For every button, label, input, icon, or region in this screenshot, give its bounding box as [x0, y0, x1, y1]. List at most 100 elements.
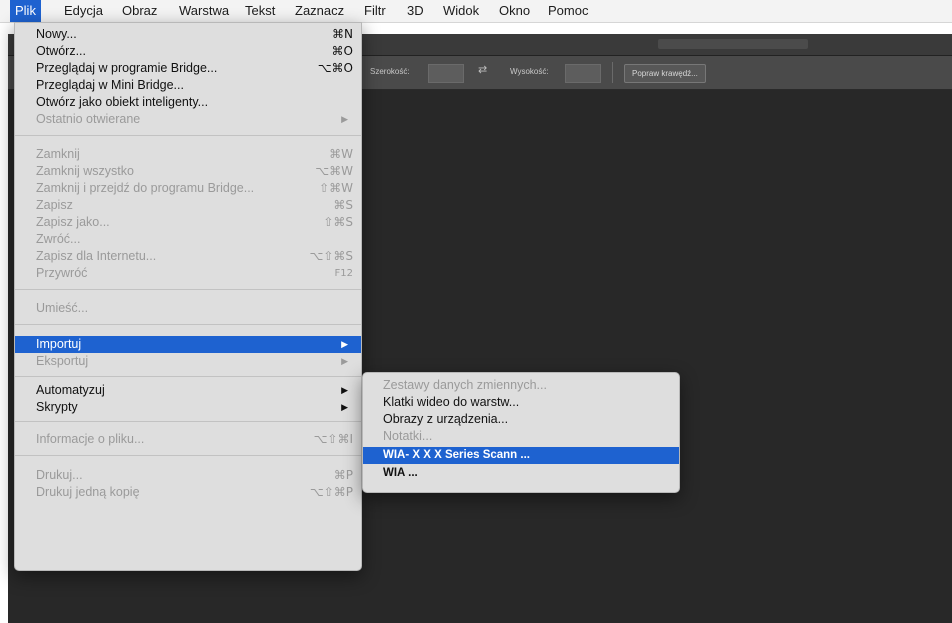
menu-item-przegladaj-bridge[interactable]: Przeglądaj w programie Bridge... ⌥⌘O — [15, 60, 361, 77]
shortcut-label: ⌥⇧⌘S — [309, 249, 354, 263]
submenu-item-wia-scanner[interactable]: WIA- X X X Series Scann ... — [363, 447, 679, 464]
file-menu: Nowy... ⌘N Otwórz... ⌘O Przeglądaj w progr… — [14, 22, 362, 571]
menu-item-label: Zapisz — [36, 198, 73, 212]
menu-item-automatyzuj[interactable]: Automatyzuj ▶ — [15, 382, 361, 399]
menu-item-przywroc[interactable]: Przywróć F12 — [15, 265, 361, 282]
menu-item-label: Eksportuj — [36, 354, 89, 368]
refine-edge-button[interactable]: Popraw krawędź... — [624, 64, 706, 83]
menu-item-zapisz-internet[interactable]: Zapisz dla Internetu... ⌥⇧⌘S — [15, 248, 361, 265]
menu-plik[interactable]: Plik — [10, 0, 41, 22]
height-field[interactable] — [565, 64, 601, 83]
shortcut-label: ⌥⌘O — [317, 61, 353, 75]
menu-item-label: Drukuj... — [36, 468, 83, 482]
menu-separator — [15, 455, 361, 456]
menu-item-label: Zapisz jako... — [36, 215, 110, 229]
menu-item-zamknij[interactable]: Zamknij ⌘W — [15, 146, 361, 163]
menu-item-eksportuj[interactable]: Eksportuj ▶ — [15, 353, 361, 370]
menu-item-ostatnio-otwierane[interactable]: Ostatnio otwierane ▶ — [15, 111, 361, 128]
menu-item-label: Nowy... — [36, 27, 77, 41]
submenu-item-zestawy-danych[interactable]: Zestawy danych zmiennych... — [363, 377, 679, 394]
width-label: Szerokość: — [370, 67, 410, 76]
menu-item-mini-bridge[interactable]: Przeglądaj w Mini Bridge... — [15, 77, 361, 94]
menu-item-nowy[interactable]: Nowy... ⌘N — [15, 26, 361, 43]
document-title-strip — [658, 39, 808, 49]
menu-item-label: Zestawy danych zmiennych... — [383, 378, 547, 392]
menu-item-label: Przywróć — [36, 266, 88, 280]
shortcut-label: ⌘P — [333, 468, 353, 482]
import-submenu: Zestawy danych zmiennych... Klatki wideo… — [362, 372, 680, 493]
width-field[interactable] — [428, 64, 464, 83]
menu-item-informacje[interactable]: Informacje o pliku... ⌥⇧⌘I — [15, 431, 361, 448]
submenu-item-klatki-wideo[interactable]: Klatki wideo do warstw... — [363, 394, 679, 411]
menu-separator — [15, 421, 361, 422]
submenu-arrow-icon: ▶ — [341, 339, 348, 349]
menu-item-label: Informacje o pliku... — [36, 432, 145, 446]
menu-item-label: Drukuj jedną kopię — [36, 485, 140, 499]
submenu-arrow-icon: ▶ — [341, 356, 348, 366]
menu-3d[interactable]: 3D — [402, 0, 429, 22]
menu-item-zapisz-jako[interactable]: Zapisz jako... ⇧⌘S — [15, 214, 361, 231]
submenu-arrow-icon: ▶ — [341, 385, 348, 395]
menu-filtr[interactable]: Filtr — [359, 0, 391, 22]
menu-item-label: WIA- X X X Series Scann ... — [383, 449, 530, 461]
submenu-item-notatki[interactable]: Notatki... — [363, 428, 679, 445]
menu-tekst[interactable]: Tekst — [240, 0, 280, 22]
menu-item-label: Przeglądaj w programie Bridge... — [36, 61, 218, 75]
shortcut-label: ⌘W — [329, 147, 353, 161]
submenu-arrow-icon: ▶ — [341, 114, 348, 124]
menu-item-label: Zamknij — [36, 147, 80, 161]
menu-item-label: Otwórz jako obiekt inteligenty... — [36, 95, 209, 109]
menu-item-label: Importuj — [36, 337, 82, 351]
menu-item-label: Zwróć... — [36, 232, 81, 246]
menu-item-label: WIA ... — [383, 467, 418, 479]
height-label: Wysokość: — [510, 67, 549, 76]
menu-zaznacz[interactable]: Zaznacz — [290, 0, 349, 22]
menu-item-zamknij-wszystko[interactable]: Zamknij wszystko ⌥⌘W — [15, 163, 361, 180]
shortcut-label: ⇧⌘W — [319, 181, 353, 195]
menu-item-label: Skrypty — [36, 400, 78, 414]
menu-obraz[interactable]: Obraz — [117, 0, 162, 22]
shortcut-label: ⌥⇧⌘I — [313, 432, 353, 446]
submenu-arrow-icon: ▶ — [341, 402, 348, 412]
menu-warstwa[interactable]: Warstwa — [174, 0, 234, 22]
options-divider — [612, 62, 613, 83]
menu-widok[interactable]: Widok — [438, 0, 484, 22]
menu-bar: Plik Edycja Obraz Warstwa Tekst Zaznacz … — [0, 0, 952, 23]
menu-item-umiesc[interactable]: Umieść... — [15, 300, 361, 317]
shortcut-label: ⇧⌘S — [323, 215, 353, 229]
menu-item-label: Notatki... — [383, 429, 433, 443]
menu-item-drukuj[interactable]: Drukuj... ⌘P — [15, 467, 361, 484]
menu-item-otworz[interactable]: Otwórz... ⌘O — [15, 43, 361, 60]
menu-item-label: Umieść... — [36, 301, 89, 315]
menu-edycja[interactable]: Edycja — [59, 0, 108, 22]
menu-item-label: Przeglądaj w Mini Bridge... — [36, 78, 184, 92]
menu-pomoc[interactable]: Pomoc — [543, 0, 593, 22]
menu-item-label: Zamknij wszystko — [36, 164, 134, 178]
menu-separator — [15, 324, 361, 325]
menu-item-label: Otwórz... — [36, 44, 87, 58]
menu-item-zamknij-bridge[interactable]: Zamknij i przejdź do programu Bridge... ⇧… — [15, 180, 361, 197]
shortcut-label: ⌘O — [331, 44, 353, 58]
shortcut-label: ⌥⌘W — [315, 164, 353, 178]
menu-item-label: Obrazy z urządzenia... — [383, 412, 509, 426]
menu-item-zwroc[interactable]: Zwróć... — [15, 231, 361, 248]
shortcut-label: ⌘N — [332, 27, 353, 41]
menu-item-drukuj-kopie[interactable]: Drukuj jedną kopię ⌥⇧⌘P — [15, 484, 361, 501]
swap-arrows-icon[interactable]: ⇄ — [478, 63, 487, 76]
menu-item-otworz-obiekt[interactable]: Otwórz jako obiekt inteligenty... — [15, 94, 361, 111]
menu-item-label: Zamknij i przejdź do programu Bridge... — [36, 181, 255, 195]
menu-item-label: Klatki wideo do warstw... — [383, 395, 520, 409]
menu-separator — [15, 289, 361, 290]
submenu-item-wia[interactable]: WIA ... — [363, 465, 679, 482]
menu-separator — [15, 376, 361, 377]
submenu-item-obrazy-urzadzenia[interactable]: Obrazy z urządzenia... — [363, 411, 679, 428]
menu-okno[interactable]: Okno — [494, 0, 535, 22]
shortcut-label: ⌘S — [333, 198, 353, 212]
menu-item-zapisz[interactable]: Zapisz ⌘S — [15, 197, 361, 214]
menu-item-skrypty[interactable]: Skrypty ▶ — [15, 399, 361, 416]
menu-item-label: Ostatnio otwierane — [36, 112, 141, 126]
menu-item-importuj[interactable]: Importuj ▶ — [15, 336, 361, 353]
shortcut-label: ⌥⇧⌘P — [309, 485, 353, 499]
shortcut-label: F12 — [334, 268, 353, 279]
menu-separator — [15, 135, 361, 136]
